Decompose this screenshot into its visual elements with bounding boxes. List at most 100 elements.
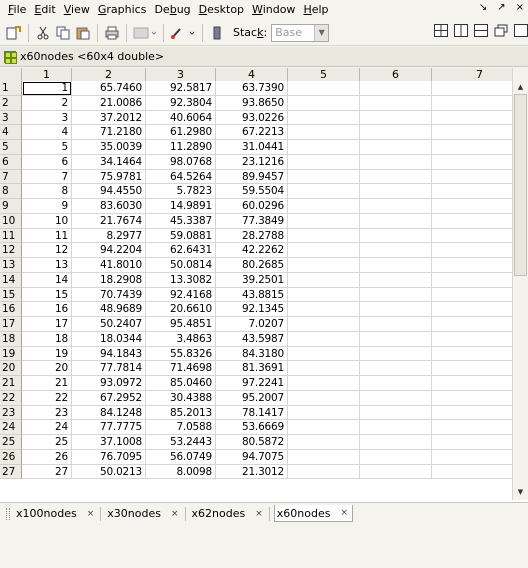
menu-item[interactable]: Edit — [30, 0, 59, 20]
cut-icon[interactable] — [34, 24, 52, 42]
grid-cell[interactable] — [288, 228, 360, 244]
grid-cell[interactable]: 77.7775 — [72, 420, 146, 435]
grid-cell[interactable] — [288, 272, 360, 288]
grid-cell[interactable]: 94.2204 — [72, 243, 146, 258]
grid-cell[interactable] — [360, 140, 432, 155]
grid-cell[interactable]: 93.8650 — [216, 95, 288, 111]
grid-cell[interactable] — [360, 405, 432, 421]
grid-cell[interactable] — [288, 243, 360, 258]
tab-x60nodes[interactable]: x60nodes × — [273, 505, 353, 522]
grid-cell[interactable] — [288, 464, 360, 480]
grid-cell[interactable]: 22 — [22, 390, 72, 406]
grid-cell[interactable]: 45.3387 — [146, 213, 216, 229]
grid-cell[interactable]: 71.2180 — [72, 125, 146, 140]
maximize-icon[interactable] — [514, 24, 528, 37]
grid-cell[interactable] — [360, 154, 432, 170]
grid-cell[interactable]: 43.5987 — [216, 331, 288, 347]
row-header[interactable]: 9 — [0, 199, 22, 214]
column-header[interactable]: 1 — [22, 68, 72, 81]
copy-icon[interactable] — [54, 24, 72, 42]
tile-rows-icon[interactable] — [474, 24, 488, 37]
grid-cell[interactable]: 34.1464 — [72, 154, 146, 170]
grid-cell[interactable]: 84.3180 — [216, 346, 288, 362]
grid-cell[interactable] — [288, 405, 360, 421]
grid-cell[interactable] — [288, 81, 360, 96]
grid-cell[interactable]: 20 — [22, 361, 72, 376]
close-icon[interactable]: × — [340, 508, 348, 518]
dock-icon[interactable]: ↘ — [479, 2, 487, 13]
row-header[interactable]: 24 — [0, 420, 22, 435]
grid-cell[interactable]: 80.2685 — [216, 258, 288, 273]
grid-cell[interactable]: 71.4698 — [146, 361, 216, 376]
grid-cell[interactable]: 67.2213 — [216, 125, 288, 140]
row-header[interactable]: 23 — [0, 405, 22, 421]
grid-cell[interactable] — [360, 420, 432, 435]
grid-cell[interactable]: 48.9689 — [72, 302, 146, 317]
undock-icon[interactable]: ↗ — [497, 2, 505, 13]
grid-cell[interactable]: 83.6030 — [72, 199, 146, 214]
grid-cell[interactable] — [288, 376, 360, 391]
grid-cell[interactable] — [360, 125, 432, 140]
grid-cell[interactable]: 14 — [22, 272, 72, 288]
grid-cell[interactable]: 64.5264 — [146, 169, 216, 185]
tab-bar-grip[interactable] — [6, 507, 10, 520]
grid-cell[interactable]: 94.7075 — [216, 449, 288, 465]
grid-cell[interactable]: 43.8815 — [216, 287, 288, 303]
tab-x30nodes[interactable]: x30nodes × — [105, 505, 182, 522]
row-header[interactable]: 8 — [0, 184, 22, 199]
tile-grid-icon[interactable] — [434, 24, 448, 37]
column-header[interactable]: 4 — [216, 68, 288, 81]
row-header[interactable]: 27 — [0, 464, 22, 480]
grid-cell[interactable] — [288, 346, 360, 362]
grid-cell[interactable]: 37.2012 — [72, 110, 146, 126]
grid-cell[interactable] — [288, 390, 360, 406]
grid-cell[interactable]: 18 — [22, 331, 72, 347]
grid-cell[interactable] — [360, 435, 432, 450]
grid-cell[interactable]: 4 — [22, 125, 72, 140]
grid-cell[interactable]: 31.0441 — [216, 140, 288, 155]
grid-cell[interactable]: 5 — [22, 140, 72, 155]
grid-cell[interactable] — [360, 243, 432, 258]
grid-cell[interactable] — [288, 110, 360, 126]
row-header[interactable]: 12 — [0, 243, 22, 258]
row-header[interactable]: 2 — [0, 95, 22, 111]
grid-cell[interactable]: 53.2443 — [146, 435, 216, 450]
close-icon[interactable]: × — [255, 509, 263, 519]
grid-cell[interactable] — [288, 302, 360, 317]
grid-cell[interactable] — [360, 213, 432, 229]
grid-cell[interactable]: 6 — [22, 154, 72, 170]
grid-cell[interactable]: 97.2241 — [216, 376, 288, 391]
grid-cell[interactable]: 70.7439 — [72, 287, 146, 303]
grid-cell[interactable]: 50.0213 — [72, 464, 146, 480]
grid-cell[interactable]: 40.6064 — [146, 110, 216, 126]
column-header[interactable]: 6 — [360, 68, 432, 81]
row-header[interactable]: 10 — [0, 213, 22, 229]
row-header[interactable]: 26 — [0, 449, 22, 465]
column-header[interactable]: 2 — [72, 68, 146, 81]
row-header[interactable]: 13 — [0, 258, 22, 273]
close-icon[interactable]: × — [516, 2, 524, 13]
grid-cell[interactable]: 35.0039 — [72, 140, 146, 155]
grid-cell[interactable]: 95.2007 — [216, 390, 288, 406]
grid-cell[interactable] — [360, 390, 432, 406]
grid-cell[interactable] — [360, 169, 432, 185]
grid-cell[interactable]: 12 — [22, 243, 72, 258]
close-icon[interactable]: × — [171, 509, 179, 519]
grid-cell[interactable]: 23 — [22, 405, 72, 421]
grid-cell[interactable]: 92.3804 — [146, 95, 216, 111]
grid-cell[interactable] — [288, 317, 360, 332]
grid-cell[interactable]: 7.0207 — [216, 317, 288, 332]
menu-item[interactable]: View — [60, 0, 94, 20]
grid-cell[interactable]: 92.5817 — [146, 81, 216, 96]
grid-cell[interactable] — [288, 420, 360, 435]
grid-cell[interactable]: 26 — [22, 449, 72, 465]
grid-cell[interactable]: 93.0972 — [72, 376, 146, 391]
grid-cell[interactable]: 84.1248 — [72, 405, 146, 421]
grid-cell[interactable]: 39.2501 — [216, 272, 288, 288]
vertical-scroll-thumb[interactable] — [514, 94, 527, 276]
grid-cell[interactable]: 60.0296 — [216, 199, 288, 214]
menu-item[interactable]: Graphics — [94, 0, 151, 20]
grid-cell[interactable]: 78.1417 — [216, 405, 288, 421]
grid-cell[interactable]: 42.2262 — [216, 243, 288, 258]
grid-cell[interactable]: 16 — [22, 302, 72, 317]
